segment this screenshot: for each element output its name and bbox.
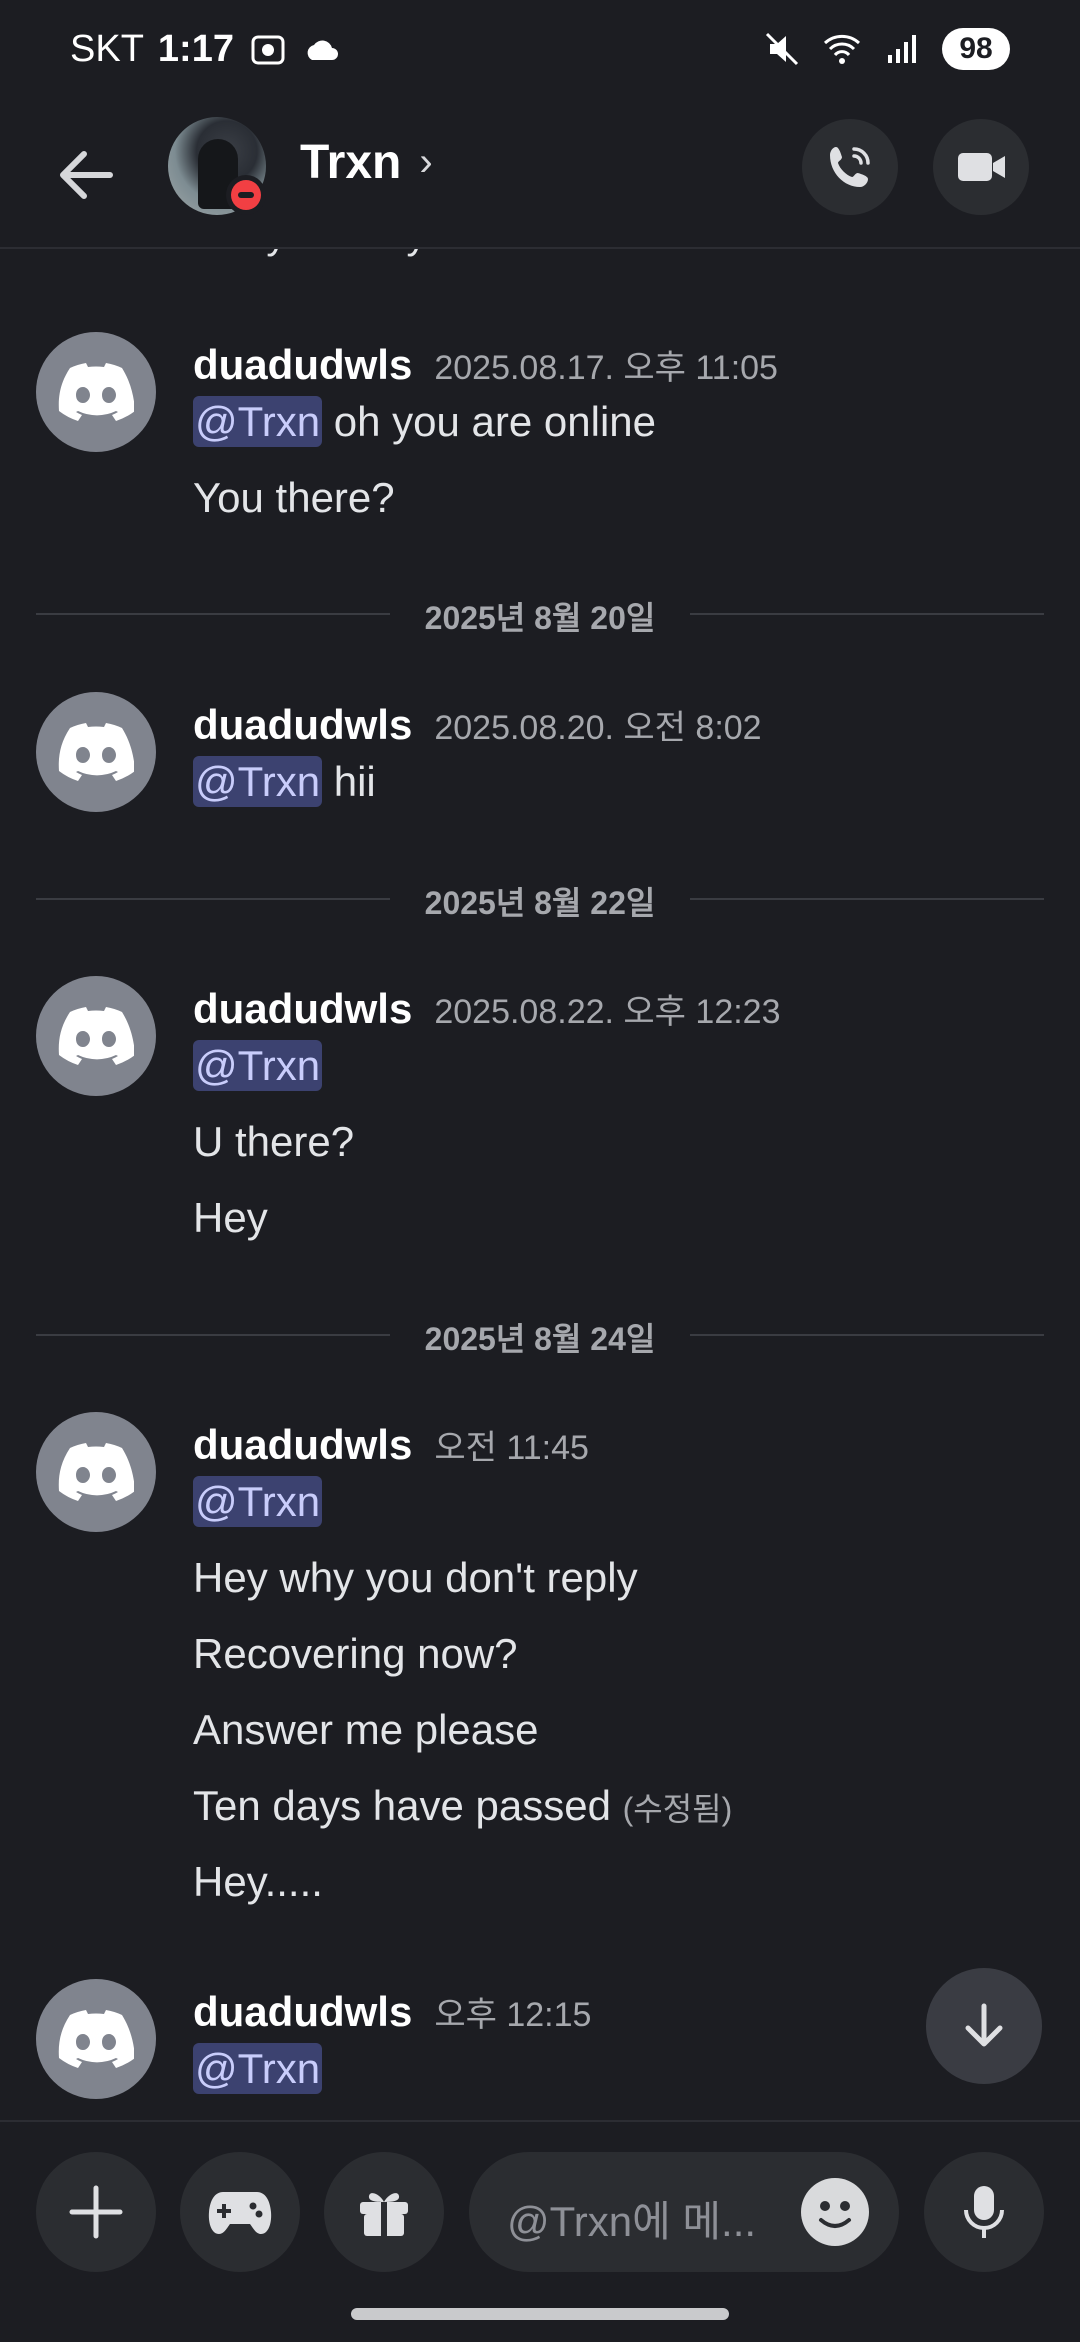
message-text: U there? [193,1118,355,1165]
chat-title[interactable]: Trxn › [300,135,433,190]
chat-header: Trxn › [0,105,1080,249]
message-text: Hey why you don't reply [193,1554,638,1601]
message-text: Hey..... [193,1858,323,1905]
back-arrow-icon[interactable] [50,140,120,210]
user-mention[interactable]: @Trxn [193,2043,323,2094]
add-attachment-button[interactable] [36,2152,156,2272]
video-camera-icon [958,153,1005,181]
user-mention[interactable]: @Trxn [193,396,323,447]
message-text: Recovering now? [193,1630,518,1677]
wifi-icon [823,34,861,64]
clock: 1:17 [157,28,234,70]
message-text: @Trxn [193,2043,323,2094]
user-mention[interactable]: @Trxn [193,1040,323,1091]
video-call-button[interactable] [933,119,1029,215]
scroll-to-bottom-button[interactable] [926,1968,1042,2084]
chat-title-text: Trxn [300,136,402,189]
gift-button[interactable] [324,2152,444,2272]
username[interactable]: duadudwls 2025.08.22. 오후 12:23 [193,984,781,1033]
gift-icon [360,2193,408,2236]
user-mention[interactable]: @Trxn [193,1476,323,1527]
voice-message-button[interactable] [924,2152,1044,2272]
edited-label: (수정됨) [622,1791,733,1827]
emoji-icon [819,2201,851,2228]
username[interactable]: duadudwls 2025.08.17. 오후 11:05 [193,340,778,389]
cloud-icon [307,40,338,60]
message-text: @Trxn hii [193,756,376,807]
timestamp: 2025.08.22. 오후 12:23 [434,993,781,1031]
message-list[interactable]: Are you okay? duadudwls2025.08.17. 오후 11… [0,249,1080,2120]
screenshot-icon [251,35,285,64]
discord-logo-icon[interactable] [36,692,156,812]
phone-call-icon [830,147,870,187]
message-text: Answer me please [193,1706,539,1753]
home-indicator[interactable] [351,2308,729,2320]
plus-icon [69,2185,123,2239]
discord-logo-icon[interactable] [36,1979,156,2099]
message-text: @Trxn [193,1040,323,1091]
date-divider: 2025년 8월 20일 [36,593,1044,636]
timestamp: 2025.08.20. 오전 8:02 [434,709,762,747]
message-input-placeholder: @Trxn에 메... [507,2198,757,2245]
dnd-status-icon [226,175,266,215]
date-divider: 2025년 8월 24일 [36,1314,1044,1357]
microphone-icon [964,2186,1004,2238]
username[interactable]: duadudwls 오후 12:15 [193,1987,591,2036]
message-text: Hey [193,1194,268,1241]
signal-icon [888,35,916,63]
message-input[interactable]: @Trxn에 메... [469,2152,899,2272]
message-text: Are you okay? [193,249,449,258]
carrier-label: SKT [70,28,144,70]
message-text: @Trxn [193,1476,323,1527]
user-mention[interactable]: @Trxn [193,756,323,807]
timestamp: 오전 11:45 [434,1429,589,1467]
voice-call-button[interactable] [802,119,898,215]
timestamp: 2025.08.17. 오후 11:05 [434,349,778,387]
chevron-right-icon: › [419,140,433,184]
message-text: You there? [193,474,395,521]
battery-badge: 98 [942,28,1010,70]
username[interactable]: duadudwls 2025.08.20. 오전 8:02 [193,700,762,749]
discord-logo-icon[interactable] [36,976,156,1096]
discord-logo-icon[interactable] [36,332,156,452]
gamepad-icon [208,2192,272,2234]
timestamp: 오후 12:15 [434,1996,592,2034]
username[interactable]: duadudwls 오전 11:45 [193,1420,589,1469]
arrow-down-icon [965,2003,1003,2047]
mute-icon [765,32,799,66]
activities-button[interactable] [180,2152,300,2272]
status-bar: SKT 1:17 98 [0,0,1080,105]
message-text: @Trxn oh you are online [193,396,656,447]
message-text: Ten days have passed (수정됨) [193,1782,733,1829]
emoji-button[interactable] [801,2178,869,2246]
date-divider: 2025년 8월 22일 [36,878,1044,921]
discord-logo-icon[interactable] [36,1412,156,1532]
